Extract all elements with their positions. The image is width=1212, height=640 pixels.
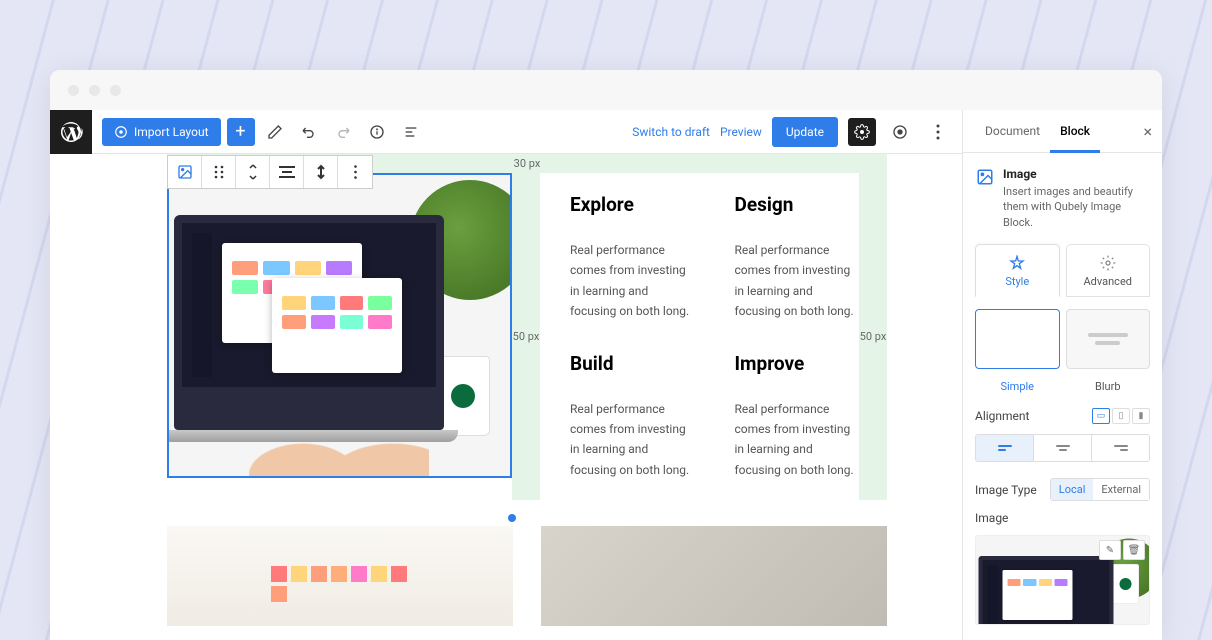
- feature-title: Build: [570, 352, 695, 375]
- feature-body: Real performance comes from investing in…: [735, 240, 860, 322]
- traffic-light-zoom[interactable]: [110, 85, 121, 96]
- traffic-light-minimize[interactable]: [89, 85, 100, 96]
- move-arrows-icon[interactable]: [236, 156, 270, 188]
- import-layout-label: Import Layout: [134, 125, 209, 139]
- style-icon: [1009, 255, 1025, 271]
- browser-window: Import Layout + Switch to draft Preview …: [50, 70, 1162, 640]
- block-more-icon[interactable]: [338, 156, 372, 188]
- image-preview[interactable]: ✎ 🗑: [975, 535, 1150, 625]
- block-name: Image: [1003, 167, 1150, 181]
- image-type-local[interactable]: Local: [1051, 479, 1094, 500]
- editor-canvas[interactable]: 30 px: [92, 154, 962, 640]
- feature-body: Real performance comes from investing in…: [735, 399, 860, 481]
- layout-option-blurb[interactable]: Blurb: [1066, 309, 1151, 394]
- selected-image-block[interactable]: [167, 173, 512, 478]
- align-wide-icon[interactable]: [270, 156, 304, 188]
- image-block-secondary[interactable]: [541, 526, 887, 626]
- device-desktop-icon[interactable]: ▭: [1092, 408, 1110, 424]
- edit-image-icon[interactable]: ✎: [1099, 540, 1121, 560]
- hands-graphic: [249, 401, 429, 476]
- device-mobile-icon[interactable]: ▮: [1132, 408, 1150, 424]
- qubely-icon: [114, 125, 128, 139]
- image-block-icon: [975, 167, 995, 187]
- editor-toolbar: Import Layout + Switch to draft Preview …: [92, 110, 962, 154]
- alignment-buttons: [975, 434, 1150, 462]
- image-type-label: Image Type: [975, 483, 1037, 497]
- preview-button[interactable]: Preview: [720, 125, 762, 139]
- sidebar-tabs: Document Block ×: [963, 110, 1162, 153]
- feature-title: Improve: [735, 352, 860, 375]
- edit-icon[interactable]: [261, 118, 289, 146]
- qubely-settings-icon[interactable]: [886, 118, 914, 146]
- more-menu-icon[interactable]: [924, 118, 952, 146]
- text-grid: Explore Real performance comes from inves…: [540, 173, 859, 500]
- delete-image-icon[interactable]: 🗑: [1123, 540, 1145, 560]
- spacer-col-right[interactable]: 50 px: [859, 173, 887, 500]
- panel-tab-advanced[interactable]: Advanced: [1066, 244, 1151, 297]
- feature-body: Real performance comes from investing in…: [570, 399, 695, 481]
- panel-tab-style[interactable]: Style: [975, 244, 1060, 297]
- block-info: Image Insert images and beautify them wi…: [975, 165, 1150, 244]
- browser-chrome: [50, 70, 1162, 110]
- gear-icon: [1100, 255, 1116, 271]
- feature-cell[interactable]: Improve Real performance comes from inves…: [735, 352, 860, 481]
- align-right-button[interactable]: [1092, 435, 1149, 461]
- feature-body: Real performance comes from investing in…: [570, 240, 695, 322]
- outline-icon[interactable]: [397, 118, 425, 146]
- alignment-label: Alignment: [975, 409, 1029, 423]
- device-tablet-icon[interactable]: ▯: [1112, 408, 1130, 424]
- spacer-col-left[interactable]: 50 px: [512, 173, 540, 500]
- drag-handle-icon[interactable]: [202, 156, 236, 188]
- layout-option-simple[interactable]: Simple: [975, 309, 1060, 394]
- wordpress-logo[interactable]: [50, 110, 92, 154]
- laptop-graphic: [174, 215, 444, 430]
- block-type-icon[interactable]: [168, 156, 202, 188]
- switch-to-draft-button[interactable]: Switch to draft: [632, 125, 710, 139]
- add-block-button[interactable]: +: [227, 118, 255, 146]
- image-block-secondary[interactable]: [167, 526, 513, 626]
- tab-block[interactable]: Block: [1050, 110, 1100, 152]
- close-sidebar-icon[interactable]: ×: [1143, 122, 1152, 141]
- info-icon[interactable]: [363, 118, 391, 146]
- feature-title: Explore: [570, 193, 695, 216]
- feature-cell[interactable]: Explore Real performance comes from inves…: [570, 193, 695, 322]
- feature-title: Design: [735, 193, 860, 216]
- update-button[interactable]: Update: [772, 117, 838, 147]
- settings-sidebar: Document Block × Image Insert images and…: [962, 110, 1162, 640]
- vertical-align-icon[interactable]: [304, 156, 338, 188]
- image-field-label: Image: [975, 511, 1008, 525]
- redo-icon[interactable]: [329, 118, 357, 146]
- image-type-external[interactable]: External: [1093, 479, 1149, 500]
- block-description: Insert images and beautify them with Qub…: [1003, 184, 1150, 230]
- tab-document[interactable]: Document: [975, 110, 1050, 152]
- traffic-light-close[interactable]: [68, 85, 79, 96]
- align-center-button[interactable]: [1034, 435, 1092, 461]
- undo-icon[interactable]: [295, 118, 323, 146]
- align-left-button[interactable]: [976, 435, 1034, 461]
- feature-cell[interactable]: Build Real performance comes from investi…: [570, 352, 695, 481]
- feature-cell[interactable]: Design Real performance comes from invest…: [735, 193, 860, 322]
- settings-icon[interactable]: [848, 118, 876, 146]
- block-toolbar: [167, 155, 373, 189]
- import-layout-button[interactable]: Import Layout: [102, 118, 221, 146]
